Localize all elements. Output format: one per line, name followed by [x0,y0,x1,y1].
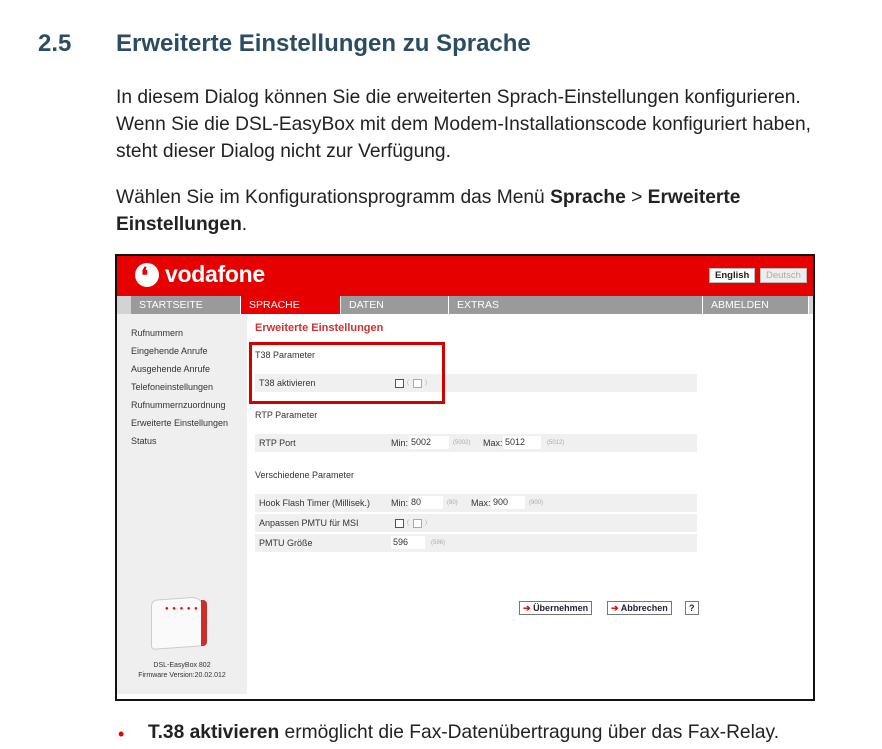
rtp-label: RTP Port [259,438,296,448]
menu-sprache: Sprache [550,187,626,208]
section-title: Erweiterte Einstellungen zu Sprache [116,30,531,57]
t38-highlight-box [249,342,445,404]
rtp-min-default: (5002) [453,440,471,446]
sidebar-item-rufnummernzuordnung[interactable]: Rufnummernzuordnung [131,400,226,410]
pmtu-msi-label: Anpassen PMTU für MSI [259,518,359,528]
lang-english-button[interactable]: English [709,268,756,283]
instruction-paragraph: Wählen Sie im Konfigurationsprogramm das… [116,184,822,238]
instruction-end: . [241,214,248,235]
router-stripe [201,600,207,646]
misc-group-label: Verschiedene Parameter [255,470,355,480]
hook-flash-label: Hook Flash Timer (Millisek.) [259,498,371,508]
rtp-row: RTP Port Min: 5002 (5002) Max: 5012 (501… [255,434,697,452]
vodafone-logo-icon: ❛ [135,263,159,289]
rtp-max-default: (5012) [547,440,565,446]
hook-min-input[interactable]: 80 [409,496,443,509]
router-leds: ● ● ● ● ● [165,606,199,612]
sidebar-item-telefoneinstellungen[interactable]: Telefoneinstellungen [131,382,213,392]
sidebar-item-rufnummern[interactable]: Rufnummern [131,328,183,338]
pmtu-msi-default-open: ( [407,520,409,526]
sidebar-item-erweiterte-einstellungen[interactable]: Erweiterte Einstellungen [131,418,228,428]
apply-button[interactable]: ➔ Übernehmen [519,601,593,615]
help-button[interactable]: ? [685,601,699,615]
instruction-lead: Wählen Sie im Konfigurationsprogramm das… [116,187,551,208]
intro-paragraph: In diesem Dialog können Sie die erweiter… [116,87,812,162]
rtp-group-label: RTP Parameter [255,410,318,420]
hook-max-label: Max: [471,498,491,508]
pmtu-size-label: PMTU Größe [259,538,313,548]
lang-deutsch-button[interactable]: Deutsch [760,268,807,283]
bullet-bold: T.38 aktivieren [148,722,280,743]
brand-name: vodafone [165,261,265,287]
hook-min-label: Min: [391,498,409,508]
pmtu-size-row: PMTU Größe 596 (596) [255,534,697,552]
sidebar-item-ausgehende-anrufe[interactable]: Ausgehende Anrufe [131,364,210,374]
tab-extras[interactable]: EXTRAS [449,296,703,314]
apply-label: Übernehmen [533,603,589,613]
sidebar: Rufnummern Eingehende Anrufe Ausgehende … [117,314,247,694]
cancel-button[interactable]: ➔ Abbrechen [607,601,672,615]
tab-abmelden[interactable]: ABMELDEN [703,296,809,314]
section-number: 2.5 [38,30,72,57]
bullet-rest: ermöglicht die Fax-Datenübertragung über… [279,722,780,743]
bullet-icon: • [118,724,125,744]
hook-max-default: (900) [529,500,544,506]
pmtu-size-default: (596) [431,540,446,546]
sidebar-item-status[interactable]: Status [131,436,157,446]
cancel-label: Abbrechen [620,603,668,613]
hook-flash-row: Hook Flash Timer (Millisek.) Min: 80 (80… [255,494,697,512]
router-device-icon: ● ● ● ● ● [151,588,207,650]
pmtu-msi-default-checkbox [413,519,422,528]
rtp-max-input[interactable]: 5012 [503,436,541,449]
pmtu-msi-checkbox[interactable] [395,519,404,528]
device-name: DSL-EasyBox 802 [153,662,211,669]
rtp-max-label: Max: [483,438,503,448]
pmtu-msi-row: Anpassen PMTU für MSI ( ) [255,514,697,532]
hook-max-input[interactable]: 900 [491,496,525,509]
rtp-min-input[interactable]: 5002 [409,436,449,449]
header-bar: ❛ vodafone English Deutsch [117,256,813,296]
tab-startseite[interactable]: STARTSEITE [131,296,241,314]
pmtu-msi-default-close: ) [425,520,427,526]
content-title: Erweiterte Einstellungen [255,322,384,334]
router-screenshot: ❛ vodafone English Deutsch STARTSEITE SP… [115,254,815,701]
bullet-text: T.38 aktivieren ermöglicht die Fax-Daten… [148,722,779,744]
speech-mark-icon: ❛ [141,263,149,289]
sidebar-item-eingehende-anrufe[interactable]: Eingehende Anrufe [131,346,208,356]
tab-daten[interactable]: DATEN [341,296,449,314]
menu-separator: > [625,187,648,208]
pmtu-size-input[interactable]: 596 [391,536,425,549]
tab-sprache[interactable]: SPRACHE [241,296,341,314]
arrow-right-icon: ➔ [611,603,619,613]
rtp-min-label: Min: [391,438,409,448]
arrow-right-icon: ➔ [523,603,531,613]
router-body [151,596,205,650]
main-nav: STARTSEITE SPRACHE DATEN EXTRAS ABMELDEN [117,296,813,314]
firmware-version: Firmware Version:20.02.012 [138,672,226,679]
hook-min-default: (80) [447,500,458,506]
